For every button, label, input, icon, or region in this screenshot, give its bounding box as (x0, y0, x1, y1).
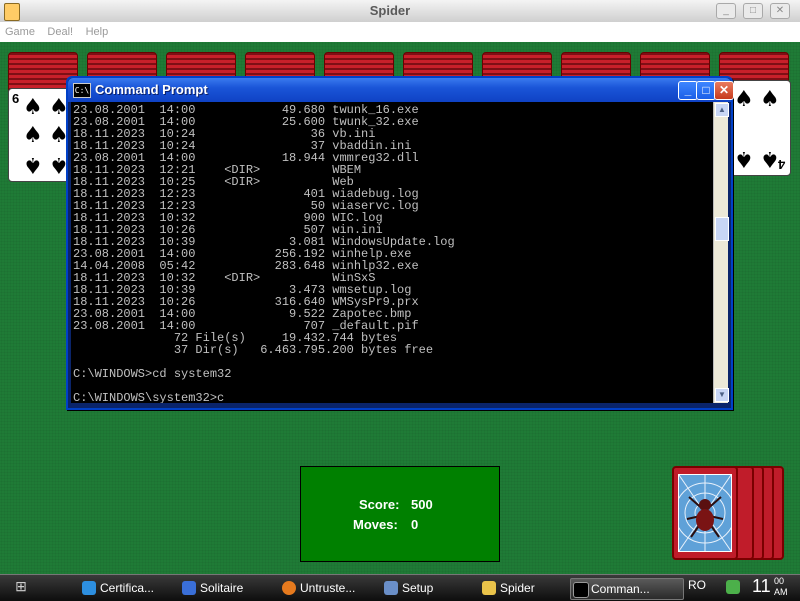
cmd-minimize-button[interactable]: _ (678, 81, 698, 100)
language-indicator[interactable]: RO (688, 578, 706, 592)
scroll-down-arrow-icon[interactable]: ▼ (715, 388, 729, 402)
console-icon: C:\ (73, 83, 91, 98)
spade-icon: ♠ (760, 87, 780, 112)
spade-icon: ♠ (23, 95, 43, 120)
scroll-thumb[interactable] (715, 217, 729, 241)
cmd-vertical-scrollbar[interactable]: ▲ ▼ (713, 102, 729, 403)
taskbar-item-setup[interactable]: Setup (382, 578, 482, 598)
spade-icon: ♠ (760, 146, 780, 171)
spade-icon: ♠ (734, 87, 754, 112)
cmd-close-button[interactable]: ✕ (714, 81, 734, 100)
taskbar-item-label: Certifica... (100, 581, 155, 595)
taskbar-item-label: Solitaire (200, 581, 244, 595)
menu-deal[interactable]: Deal! (42, 23, 76, 38)
score-label: Score: (359, 497, 400, 512)
taskbar-item-label: Spider (500, 581, 535, 595)
spider-titlebar[interactable]: Spider _ □ ✕ (0, 0, 800, 23)
spade-icon: ♠ (23, 123, 43, 148)
cmd-window-title: Command Prompt (95, 82, 208, 97)
spade-icon: ♠ (23, 152, 43, 177)
menu-help[interactable]: Help (81, 23, 112, 38)
clock-ampm: AM (774, 587, 788, 597)
spider-window-title: Spider (369, 3, 411, 18)
solitaire-icon (182, 581, 196, 595)
firefox-icon (282, 581, 296, 595)
network-tray-icon[interactable] (726, 580, 740, 594)
taskbar-item-spider[interactable]: Spider (480, 578, 580, 598)
taskbar-item-certificate[interactable]: Certifica... (80, 578, 180, 598)
card-rank: 6 (12, 91, 20, 106)
moves-value: 0 (411, 517, 419, 532)
browser-icon (82, 581, 96, 595)
clock-hour[interactable]: 11 (752, 576, 771, 597)
setup-icon (384, 581, 398, 595)
score-panel[interactable]: Score: 500 Moves: 0 (300, 466, 500, 562)
taskbar-item-untrusted[interactable]: Untruste... (280, 578, 390, 598)
command-prompt-window[interactable]: C:\ Command Prompt _ □ ✕ 23.08.2001 14:0… (66, 76, 734, 410)
console-icon (573, 582, 589, 598)
menu-game[interactable]: Game (0, 23, 38, 38)
spider-web-icon (674, 474, 736, 552)
spider-minimize-button[interactable]: _ (716, 3, 736, 19)
taskbar-item-label: Setup (402, 581, 434, 595)
card-rank: 4 (778, 157, 786, 172)
spider-maximize-button[interactable]: □ (743, 3, 763, 19)
card-four-of-spades[interactable]: ♠ ♠ ♠ ♠ 4 (727, 80, 791, 176)
spider-menubar: Game Deal! Help (0, 22, 800, 43)
taskbar-item-command-prompt[interactable]: Comman... (570, 578, 684, 600)
taskbar-item-solitaire[interactable]: Solitaire (180, 578, 280, 598)
cmd-titlebar[interactable]: C:\ Command Prompt _ □ ✕ (68, 78, 734, 102)
cmd-console-area[interactable]: 23.08.2001 14:00 49.680 twunk_16.exe 23.… (71, 102, 713, 403)
scroll-up-arrow-icon[interactable]: ▲ (715, 103, 729, 117)
taskbar-item-label: Comman... (591, 582, 650, 596)
spider-close-button[interactable]: ✕ (770, 3, 790, 19)
stock-card-top[interactable] (672, 466, 738, 560)
spider-app-icon (482, 581, 496, 595)
moves-label: Moves: (353, 517, 398, 532)
cmd-output-text[interactable]: 23.08.2001 14:00 49.680 twunk_16.exe 23.… (71, 102, 713, 403)
score-value: 500 (411, 497, 433, 512)
start-button-icon[interactable]: ⊞ (10, 578, 32, 598)
taskbar-item-label: Untruste... (300, 581, 356, 595)
cmd-maximize-button[interactable]: □ (696, 81, 716, 100)
spade-icon: ♠ (734, 146, 754, 171)
taskbar: ⊞ Certifica... Solitaire Untruste... Set… (0, 574, 800, 601)
clock-minutes: 00 (774, 576, 785, 586)
